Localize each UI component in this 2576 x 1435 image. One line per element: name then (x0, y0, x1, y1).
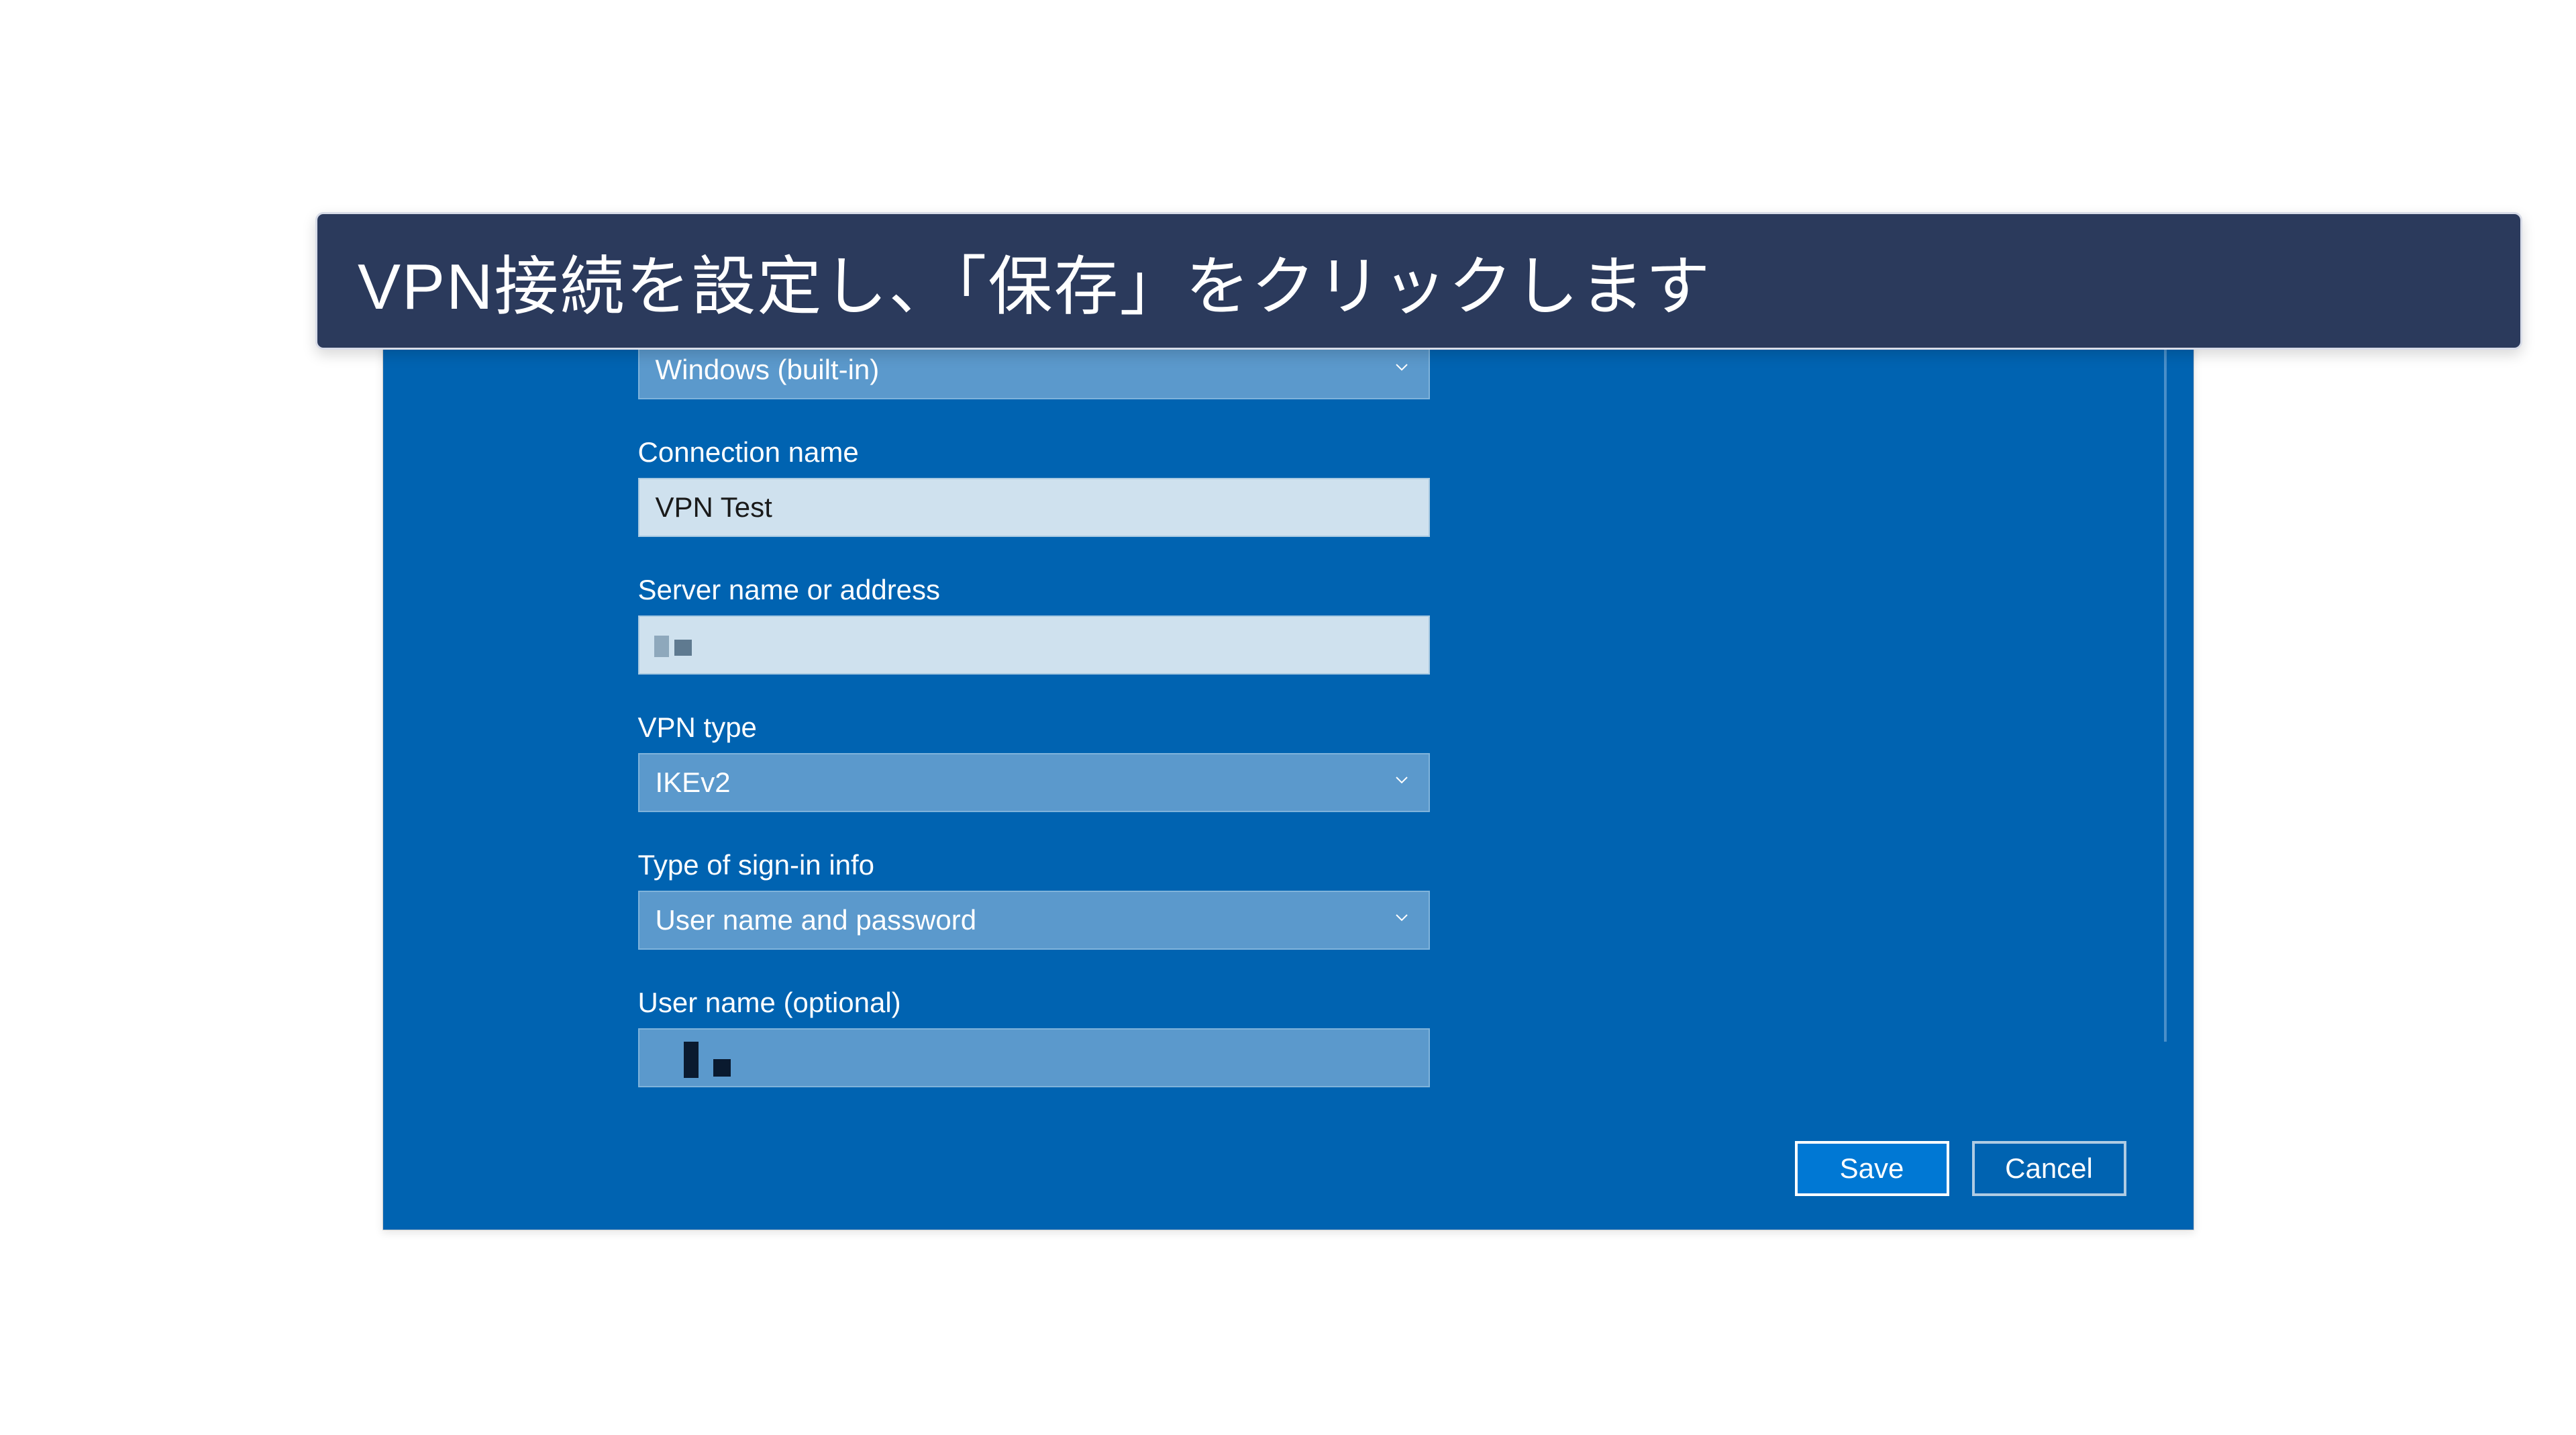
cancel-button[interactable]: Cancel (1972, 1141, 2126, 1196)
button-row: Save Cancel (437, 1141, 2140, 1196)
server-address-input[interactable] (638, 615, 1430, 675)
signin-info-label: Type of sign-in info (638, 849, 1430, 881)
connection-name-input[interactable]: VPN Test (638, 478, 1430, 537)
vpn-type-group: VPN type IKEv2 (638, 711, 1430, 812)
server-address-label: Server name or address (638, 574, 1430, 606)
connection-name-group: Connection name VPN Test (638, 436, 1430, 537)
signin-info-group: Type of sign-in info User name and passw… (638, 849, 1430, 950)
chevron-down-icon (1391, 907, 1412, 933)
save-button[interactable]: Save (1795, 1141, 1949, 1196)
vpn-settings-panel: Windows (built-in) Connection name VPN T… (382, 299, 2194, 1230)
instruction-banner: VPN接続を設定し、「保存」をクリックします (315, 212, 2522, 350)
vpn-type-label: VPN type (638, 711, 1430, 744)
chevron-down-icon (1391, 769, 1412, 795)
vpn-type-select[interactable]: IKEv2 (638, 753, 1430, 812)
vpn-type-value: IKEv2 (656, 766, 731, 799)
signin-info-select[interactable]: User name and password (638, 891, 1430, 950)
signin-info-value: User name and password (656, 904, 977, 936)
server-address-group: Server name or address (638, 574, 1430, 675)
scrollbar[interactable] (2164, 340, 2167, 1042)
username-group: User name (optional) (638, 987, 1430, 1087)
username-input[interactable] (638, 1028, 1430, 1087)
connection-name-label: Connection name (638, 436, 1430, 468)
connection-name-value: VPN Test (656, 491, 772, 524)
username-label: User name (optional) (638, 987, 1430, 1019)
vpn-provider-value: Windows (built-in) (656, 354, 880, 386)
chevron-down-icon (1391, 356, 1412, 383)
